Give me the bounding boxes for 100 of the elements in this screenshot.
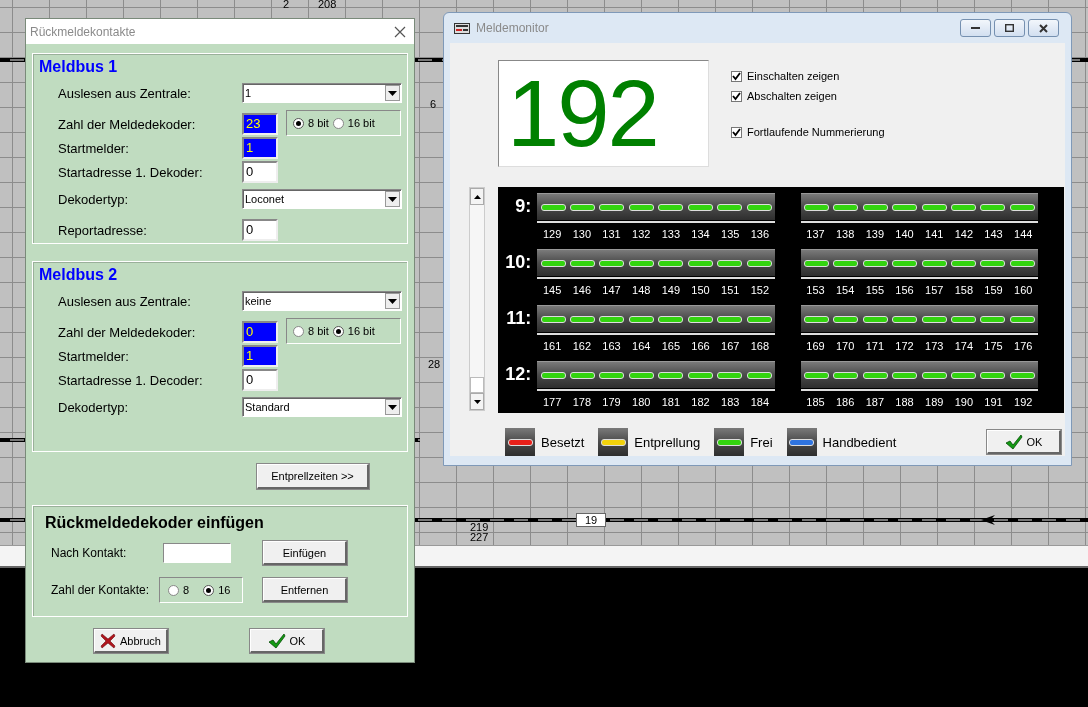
contact-number: 184	[749, 395, 771, 410]
remove-button[interactable]: Entfernen	[263, 578, 347, 602]
contact-number: 140	[894, 227, 915, 242]
contact-number: 169	[805, 339, 826, 354]
track-label: 219	[470, 521, 489, 533]
input-field[interactable]: 1	[242, 137, 278, 159]
radio-button[interactable]: 8 bit	[293, 117, 329, 129]
track-label: 28	[428, 358, 441, 370]
ok-button[interactable]: OK	[987, 430, 1061, 454]
legend-swatch	[786, 428, 817, 456]
section-heading: Rückmeldedekoder einfügen	[45, 513, 265, 533]
radio-button[interactable]: 8 bit	[293, 325, 329, 337]
window-title: Rückmeldekontakte	[30, 24, 136, 39]
field-label: Auslesen aus Zentrale:	[58, 85, 192, 101]
contact-number: 155	[864, 283, 886, 298]
input-field[interactable]: 0	[242, 219, 278, 241]
contact-number: 185	[805, 395, 826, 410]
field-label: Reportadresse:	[58, 222, 148, 238]
section-heading: Meldbus 1	[39, 57, 119, 77]
contact-field[interactable]	[163, 543, 231, 563]
dropdown[interactable]: 1	[242, 83, 402, 103]
legend-label: Frei	[750, 434, 773, 450]
legend-label: Entprellung	[634, 434, 701, 450]
contact-number: 143	[983, 227, 1004, 242]
track-label: 227	[470, 531, 489, 543]
track-label: 208	[318, 0, 337, 10]
row-label: 11:	[505, 307, 532, 330]
legend-label: Handbedient	[822, 434, 897, 450]
checkbox[interactable]: Abschalten zeigen	[731, 86, 885, 106]
contact-number: 154	[835, 283, 856, 298]
dropdown[interactable]: Loconet	[242, 189, 402, 209]
checkmark-icon	[267, 632, 286, 649]
track-label: 2	[283, 0, 290, 10]
input-field[interactable]: 23	[242, 113, 278, 135]
contact-number: 182	[690, 395, 711, 410]
maximize-button[interactable]	[994, 19, 1025, 37]
field-label: Startmelder:	[58, 140, 130, 156]
debounce-button[interactable]: Entprellzeiten >>	[257, 464, 369, 489]
contact-number: 156	[894, 283, 915, 298]
contact-number: 191	[983, 395, 1004, 410]
close-button[interactable]	[1028, 19, 1059, 37]
insert-button[interactable]: Einfügen	[263, 541, 347, 565]
contact-number: 170	[835, 339, 856, 354]
field-label: Zahl der Meldedekoder:	[58, 324, 197, 340]
contact-number: 152	[749, 283, 771, 298]
contact-number: 147	[601, 283, 622, 298]
contact-number: 139	[864, 227, 886, 242]
field-label: Dekodertyp:	[58, 399, 130, 415]
scroll-down-button[interactable]	[470, 393, 484, 410]
dropdown[interactable]: Standard	[242, 397, 402, 417]
contact-number: 146	[571, 283, 593, 298]
scroll-thumb[interactable]	[470, 377, 484, 393]
field-label: Startadresse 1. Decoder:	[58, 372, 204, 388]
contact-number: 178	[571, 395, 593, 410]
contact-number: 192	[1013, 395, 1034, 410]
contact-number: 172	[894, 339, 915, 354]
checkbox[interactable]: Einschalten zeigen	[731, 66, 885, 86]
input-field[interactable]: 1	[242, 345, 278, 367]
input-field[interactable]: 0	[242, 161, 278, 183]
caret-icon	[388, 298, 397, 304]
contact-number: 167	[720, 339, 741, 354]
app-icon	[454, 22, 470, 34]
input-field[interactable]: 0	[242, 321, 278, 343]
checkmark-icon	[1004, 433, 1023, 450]
field-label: Startmelder:	[58, 348, 130, 364]
caret-icon	[388, 90, 397, 96]
contact-number: 163	[601, 339, 622, 354]
minimize-icon	[971, 27, 980, 29]
row-label: 12:	[504, 363, 532, 386]
radio-button[interactable]: 16	[203, 584, 231, 596]
contact-number: 165	[660, 339, 682, 354]
arrow-icon	[981, 515, 995, 525]
contact-number: 145	[542, 283, 563, 298]
scroll-up-button[interactable]	[470, 188, 484, 205]
contact-number: 175	[983, 339, 1004, 354]
radio-button[interactable]: 16 bit	[332, 117, 375, 129]
contact-number: 141	[924, 227, 945, 242]
input-field[interactable]: 0	[242, 369, 278, 391]
contact-number: 162	[571, 339, 593, 354]
contact-number: 168	[749, 339, 771, 354]
legend-swatch	[505, 428, 535, 456]
contact-number: 133	[660, 227, 682, 242]
contact-number: 159	[983, 283, 1004, 298]
field-label: Zahl der Meldedekoder:	[58, 116, 197, 132]
contact-number: 160	[1013, 283, 1034, 298]
contact-number: 131	[601, 227, 622, 242]
minimize-button[interactable]	[960, 19, 991, 37]
contact-number: 136	[749, 227, 771, 242]
ok-button[interactable]: OK	[250, 629, 324, 653]
checkbox[interactable]: Fortlaufende Nummerierung	[731, 122, 885, 142]
contact-number: 130	[571, 227, 593, 242]
counter-value: 192	[507, 66, 658, 161]
contact-number: 132	[631, 227, 652, 242]
scrollbar[interactable]	[469, 187, 485, 411]
cancel-button[interactable]: Abbruch	[94, 629, 168, 653]
radio-button[interactable]: 16 bit	[332, 325, 375, 337]
maximize-icon	[1005, 24, 1014, 32]
dropdown[interactable]: keine	[242, 291, 402, 311]
contact-number: 176	[1013, 339, 1034, 354]
caret-icon	[388, 404, 397, 410]
